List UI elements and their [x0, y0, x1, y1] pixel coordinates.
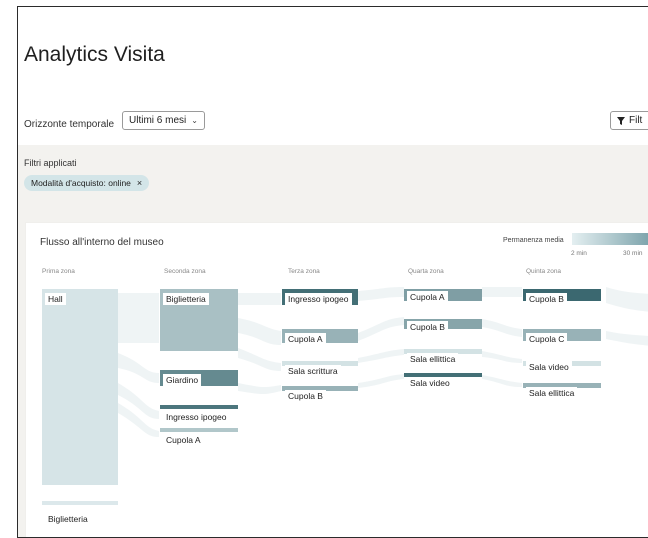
flow-node-label: Cupola B — [526, 293, 567, 305]
timeframe-value: Ultimi 6 mesi — [129, 115, 187, 126]
museum-flow-card: Flusso all'interno del museo Permanenza … — [26, 223, 648, 537]
flow-node[interactable] — [160, 428, 238, 432]
flow-node-label: Cupola B — [407, 321, 448, 333]
filter-button[interactable]: Filt — [610, 111, 648, 130]
funnel-icon — [617, 116, 625, 125]
flow-node-label: Sala video — [407, 377, 453, 389]
flow-node-label: Sala ellittica — [526, 387, 578, 399]
page-title: Analytics Visita — [24, 43, 165, 66]
filter-chip-label: Modalità d'acquisto: online — [31, 178, 131, 188]
timeframe-label: Orizzonte temporale — [24, 119, 115, 130]
flow-node-label: Cupola A — [407, 291, 448, 303]
flow-node-label: Sala ellittica — [407, 353, 459, 365]
flow-node-label: Ingresso ipogeo — [285, 293, 352, 305]
chevron-down-icon: ⌄ — [191, 116, 198, 125]
flow-node-label: Sala video — [526, 361, 572, 373]
flow-node-label: Hall — [45, 293, 66, 305]
close-icon[interactable]: × — [137, 178, 142, 188]
applied-filters-title: Filtri applicati — [24, 158, 77, 168]
flow-links — [118, 287, 648, 437]
flow-node-label: Giardino — [163, 374, 202, 386]
filter-button-label: Filt — [629, 115, 643, 126]
flow-node-label: Biglietteria — [45, 513, 91, 525]
applied-filters-panel: Filtri applicati Modalità d'acquisto: on… — [18, 145, 648, 207]
flow-node[interactable] — [42, 501, 118, 505]
flow-node-label: Ingresso ipogeo — [163, 411, 230, 423]
flow-node-label: Sala scrittura — [285, 365, 341, 377]
flow-node-label: Cupola A — [163, 434, 204, 446]
flow-node-label: Cupola A — [285, 333, 326, 345]
timeframe-select[interactable]: Ultimi 6 mesi ⌄ — [122, 111, 205, 130]
flow-node[interactable] — [160, 405, 238, 409]
flow-node-label: Biglietteria — [163, 293, 209, 305]
flow-node[interactable] — [42, 289, 118, 485]
flow-node-label: Cupola C — [526, 333, 568, 345]
flow-node-label: Cupola B — [285, 390, 326, 402]
filter-chip[interactable]: Modalità d'acquisto: online × — [24, 175, 150, 191]
app-window: Analytics Visita Orizzonte temporale Ult… — [17, 6, 648, 538]
